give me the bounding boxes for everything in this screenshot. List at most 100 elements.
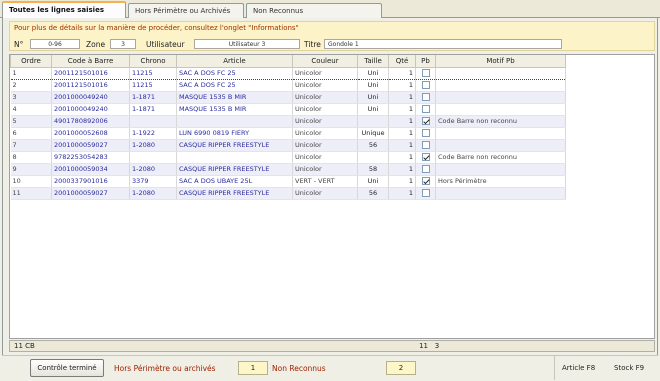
chrono-cell: 1-1922	[129, 127, 177, 140]
pb-cell	[415, 175, 436, 188]
tab-non-reconnus[interactable]: Non Reconnus	[246, 3, 382, 18]
chrono-cell: 1-1871	[129, 91, 177, 104]
couleur-cell: Unicolor	[292, 163, 358, 176]
taille-cell: Uni	[357, 79, 389, 92]
table-row[interactable]: 7 2001000059027 1-2080 CASQUE RIPPER FREEST…	[10, 139, 566, 152]
table-row[interactable]: 8 9782253054283 Unicolor 1 Code Barre non re…	[10, 151, 566, 164]
taille-cell: Uni	[357, 91, 389, 104]
stock-f9-key[interactable]: Stock F9	[614, 364, 644, 372]
motif-cell	[435, 91, 566, 104]
ordre-cell: 11	[10, 187, 52, 200]
info-header: Pour plus de détails sur la manière de p…	[9, 21, 655, 51]
lines-grid[interactable]: Ordre Code à Barre Chrono Article Couleu…	[9, 54, 655, 339]
ordre-cell: 3	[10, 91, 52, 104]
motif-cell	[435, 127, 566, 140]
pb-checkbox[interactable]	[421, 104, 430, 113]
article-cell: CASQUE RIPPER FREESTYLE	[176, 187, 293, 200]
col-couleur[interactable]: Couleur	[292, 55, 358, 68]
couleur-cell: Unicolor	[292, 151, 358, 164]
col-ordre[interactable]: Ordre	[10, 55, 52, 68]
qte-cell: 1	[388, 175, 416, 188]
table-row[interactable]: 6 2001000052608 1-1922 LUN 6990 0819 FIERY U…	[10, 127, 566, 140]
col-article[interactable]: Article	[176, 55, 293, 68]
pb-checkbox[interactable]	[421, 164, 430, 173]
article-cell: SAC A DOS UBAYE 25L	[176, 175, 293, 188]
title-field[interactable]: Gondole 1	[324, 39, 562, 49]
code-cell: 2001000059034	[51, 163, 130, 176]
qte-cell: 1	[388, 66, 416, 80]
chrono-cell: 11215	[129, 79, 177, 92]
qte-cell: 1	[388, 91, 416, 104]
taille-cell: 58	[357, 163, 389, 176]
title-label: Titre	[304, 40, 321, 49]
qty-total: 11	[419, 342, 428, 350]
chrono-cell	[129, 151, 177, 164]
pb-cell	[415, 187, 436, 200]
number-field[interactable]: 0-96	[30, 39, 80, 49]
user-field[interactable]: Utilisateur 3	[194, 39, 300, 49]
ordre-cell: 4	[10, 103, 52, 116]
code-cell: 2001000049240	[51, 91, 130, 104]
col-code-barre[interactable]: Code à Barre	[51, 55, 130, 68]
bottom-divider	[554, 356, 555, 380]
table-row[interactable]: 9 2001000059034 1-2080 CASQUE RIPPER FREEST…	[10, 163, 566, 176]
motif-cell	[435, 66, 566, 80]
code-cell: 2001000059027	[51, 139, 130, 152]
pb-cell	[415, 103, 436, 116]
chrono-cell: 1-2080	[129, 187, 177, 200]
pb-checkbox[interactable]	[421, 176, 430, 185]
col-pb[interactable]: Pb	[415, 55, 436, 68]
control-done-button[interactable]: Contrôle terminé	[30, 359, 104, 377]
couleur-cell: Unicolor	[292, 127, 358, 140]
pb-checkbox[interactable]	[421, 116, 430, 125]
code-cell: 2001000049240	[51, 103, 130, 116]
chrono-cell: 1-1871	[129, 103, 177, 116]
tab-bar: Toutes les lignes saisies Hors Périmètre…	[0, 0, 660, 19]
article-cell: SAC A DOS FC 25	[176, 66, 293, 80]
taille-cell: 56	[357, 139, 389, 152]
table-row[interactable]: 1 2001121501016 11215 SAC A DOS FC 25 Unicol…	[10, 66, 566, 80]
chrono-cell	[129, 115, 177, 128]
table-row[interactable]: 3 2001000049240 1-1871 MASQUE 1535 B MIR Uni…	[10, 91, 566, 104]
pb-cell	[415, 127, 436, 140]
qte-cell: 1	[388, 163, 416, 176]
pb-checkbox[interactable]	[421, 152, 430, 161]
taille-cell: Unique	[357, 127, 389, 140]
table-row[interactable]: 11 2001000059027 1-2080 CASQUE RIPPER FREES…	[10, 187, 566, 200]
zone-label: Zone	[86, 40, 106, 49]
code-cell: 2001121501016	[51, 66, 130, 80]
article-f8-key[interactable]: Article F8	[562, 364, 595, 372]
couleur-cell: Unicolor	[292, 79, 358, 92]
pb-checkbox[interactable]	[421, 188, 430, 197]
zone-field[interactable]: 3	[110, 39, 136, 49]
table-row[interactable]: 4 2001000049240 1-1871 MASQUE 1535 B MIR Uni…	[10, 103, 566, 116]
col-chrono[interactable]: Chrono	[129, 55, 177, 68]
table-row[interactable]: 5 4901780892006 Unicolor 1 Code Barre non re…	[10, 115, 566, 128]
pb-checkbox[interactable]	[421, 140, 430, 149]
col-qte[interactable]: Qté	[388, 55, 416, 68]
pb-checkbox[interactable]	[421, 68, 430, 77]
hors-perimetre-label: Hors Périmètre ou archivés	[114, 364, 216, 373]
article-cell: CASQUE RIPPER FREESTYLE	[176, 139, 293, 152]
pb-checkbox[interactable]	[421, 80, 430, 89]
col-motif-pb[interactable]: Motif Pb	[435, 55, 566, 68]
hors-perimetre-count: 1	[238, 361, 268, 375]
pb-checkbox[interactable]	[421, 92, 430, 101]
pb-cell	[415, 163, 436, 176]
table-row[interactable]: 10 2000337901016 3379 SAC A DOS UBAYE 25L VE…	[10, 175, 566, 188]
qte-cell: 1	[388, 103, 416, 116]
tab-hors-perimetre[interactable]: Hors Périmètre ou Archivés	[128, 3, 244, 18]
table-row[interactable]: 2 2001121501016 11215 SAC A DOS FC 25 Unicol…	[10, 79, 566, 92]
taille-cell: Uni	[357, 103, 389, 116]
col-taille[interactable]: Taille	[357, 55, 389, 68]
pb-cell	[415, 139, 436, 152]
couleur-cell: Unicolor	[292, 139, 358, 152]
article-cell: SAC A DOS FC 25	[176, 79, 293, 92]
motif-cell	[435, 163, 566, 176]
couleur-cell: Unicolor	[292, 91, 358, 104]
ordre-cell: 10	[10, 175, 52, 188]
pb-cell	[415, 66, 436, 80]
tab-all-lines[interactable]: Toutes les lignes saisies	[2, 1, 126, 19]
pb-checkbox[interactable]	[421, 128, 430, 137]
couleur-cell: VERT - VERT	[292, 175, 358, 188]
